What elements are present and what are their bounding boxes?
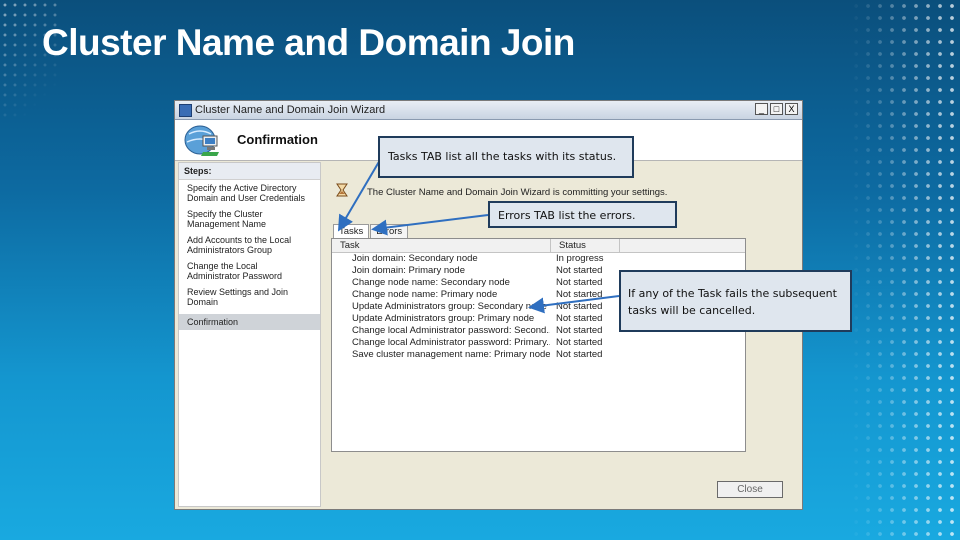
step-item-credentials[interactable]: Specify the Active Directory Domain and … <box>179 180 320 206</box>
status-cell: Not started <box>556 337 603 348</box>
table-row[interactable]: Change local Administrator password: Pri… <box>332 337 745 349</box>
slide-title: Cluster Name and Domain Join <box>42 22 575 63</box>
window-close-button[interactable]: X <box>785 103 798 115</box>
decorative-dot-pattern-right <box>850 0 960 540</box>
task-cell: Save cluster management name: Primary no… <box>352 349 550 360</box>
table-row[interactable]: Save cluster management name: Primary no… <box>332 349 745 361</box>
errors-tab-callout: Errors TAB list the errors. <box>488 201 677 228</box>
column-header-status[interactable]: Status <box>551 239 620 252</box>
wizard-page-title: Confirmation <box>237 132 318 147</box>
status-cell: Not started <box>556 265 603 276</box>
task-cell: Join domain: Secondary node <box>352 253 478 264</box>
column-header-task[interactable]: Task <box>332 239 551 252</box>
close-button[interactable]: Close <box>717 481 783 498</box>
window-title: Cluster Name and Domain Join Wizard <box>195 104 386 116</box>
maximize-button[interactable]: □ <box>770 103 783 115</box>
task-cell: Change local Administrator password: Sec… <box>352 325 550 336</box>
hourglass-icon <box>336 183 348 197</box>
table-row[interactable]: Join domain: Secondary node In progress <box>332 253 745 265</box>
step-item-review[interactable]: Review Settings and Join Domain <box>179 284 320 310</box>
step-item-management-name[interactable]: Specify the Cluster Management Name <box>179 206 320 232</box>
task-cell: Change node name: Primary node <box>352 289 498 300</box>
status-cell: Not started <box>556 289 603 300</box>
step-item-confirmation[interactable]: Confirmation <box>179 314 320 330</box>
tasks-tab-callout: Tasks TAB list all the tasks with its st… <box>378 136 634 178</box>
task-cell: Join domain: Primary node <box>352 265 465 276</box>
tab-tasks[interactable]: Tasks <box>333 224 370 238</box>
step-item-change-password[interactable]: Change the Local Administrator Password <box>179 258 320 284</box>
status-cell: Not started <box>556 325 603 336</box>
status-cell: Not started <box>556 313 603 324</box>
task-cell: Update Administrators group: Secondary n… <box>352 301 547 312</box>
task-failure-callout: If any of the Task fails the subsequent … <box>619 270 852 332</box>
task-cell: Update Administrators group: Primary nod… <box>352 313 535 324</box>
task-cell: Change local Administrator password: Pri… <box>352 337 550 348</box>
task-cell: Change node name: Secondary node <box>352 277 510 288</box>
steps-panel: Steps: Specify the Active Directory Doma… <box>178 162 321 507</box>
minimize-button[interactable]: _ <box>755 103 768 115</box>
network-computer-icon <box>184 125 219 156</box>
wizard-app-icon <box>179 104 192 117</box>
commit-status-text: The Cluster Name and Domain Join Wizard … <box>367 187 668 198</box>
tab-strip: Tasks Errors <box>333 221 409 238</box>
status-cell: Not started <box>556 349 603 360</box>
status-cell: Not started <box>556 301 603 312</box>
step-item-add-accounts[interactable]: Add Accounts to the Local Administrators… <box>179 232 320 258</box>
window-titlebar[interactable]: Cluster Name and Domain Join Wizard _ □ … <box>175 101 802 120</box>
status-cell: In progress <box>556 253 604 264</box>
tab-errors[interactable]: Errors <box>370 224 409 238</box>
status-cell: Not started <box>556 277 603 288</box>
steps-heading: Steps: <box>179 163 320 180</box>
tasks-list-header: Task Status <box>332 239 745 253</box>
